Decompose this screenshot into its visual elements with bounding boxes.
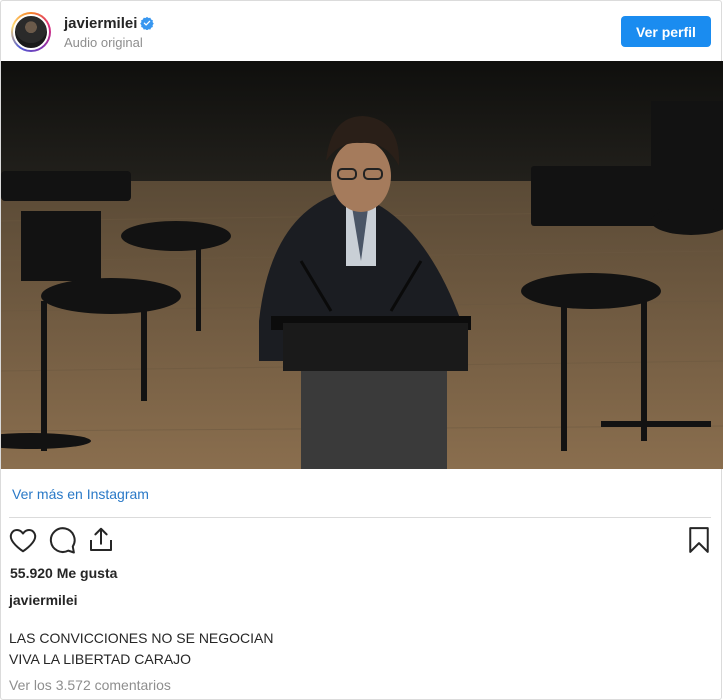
caption-username[interactable]: javiermilei: [9, 592, 78, 608]
view-profile-button[interactable]: Ver perfil: [621, 16, 711, 47]
bookmark-icon[interactable]: [684, 525, 714, 555]
video-frame: [1, 61, 723, 469]
verified-badge-icon: [140, 16, 154, 30]
view-comments-link[interactable]: Ver los 3.572 comentarios: [9, 677, 171, 693]
post-video[interactable]: [1, 61, 723, 469]
avatar-image: [13, 14, 49, 50]
caption-line: LAS CONVICCIONES NO SE NEGOCIAN: [9, 630, 274, 646]
action-bar: [1, 525, 721, 557]
audio-subtitle[interactable]: Audio original: [64, 35, 143, 50]
divider: [9, 517, 711, 518]
caption-line: VIVA LA LIBERTAD CARAJO: [9, 651, 192, 667]
post-header: javiermilei Audio original Ver perfil: [1, 1, 721, 61]
heart-icon[interactable]: [8, 525, 38, 555]
like-count[interactable]: 55.920 Me gusta: [10, 565, 117, 581]
instagram-embed-card: javiermilei Audio original Ver perfil Ve…: [0, 0, 723, 700]
username[interactable]: javiermilei: [64, 15, 137, 32]
share-icon[interactable]: [86, 525, 116, 555]
view-more-on-instagram-link[interactable]: Ver más en Instagram: [12, 486, 149, 502]
avatar[interactable]: [11, 12, 51, 52]
comment-icon[interactable]: [47, 525, 77, 555]
